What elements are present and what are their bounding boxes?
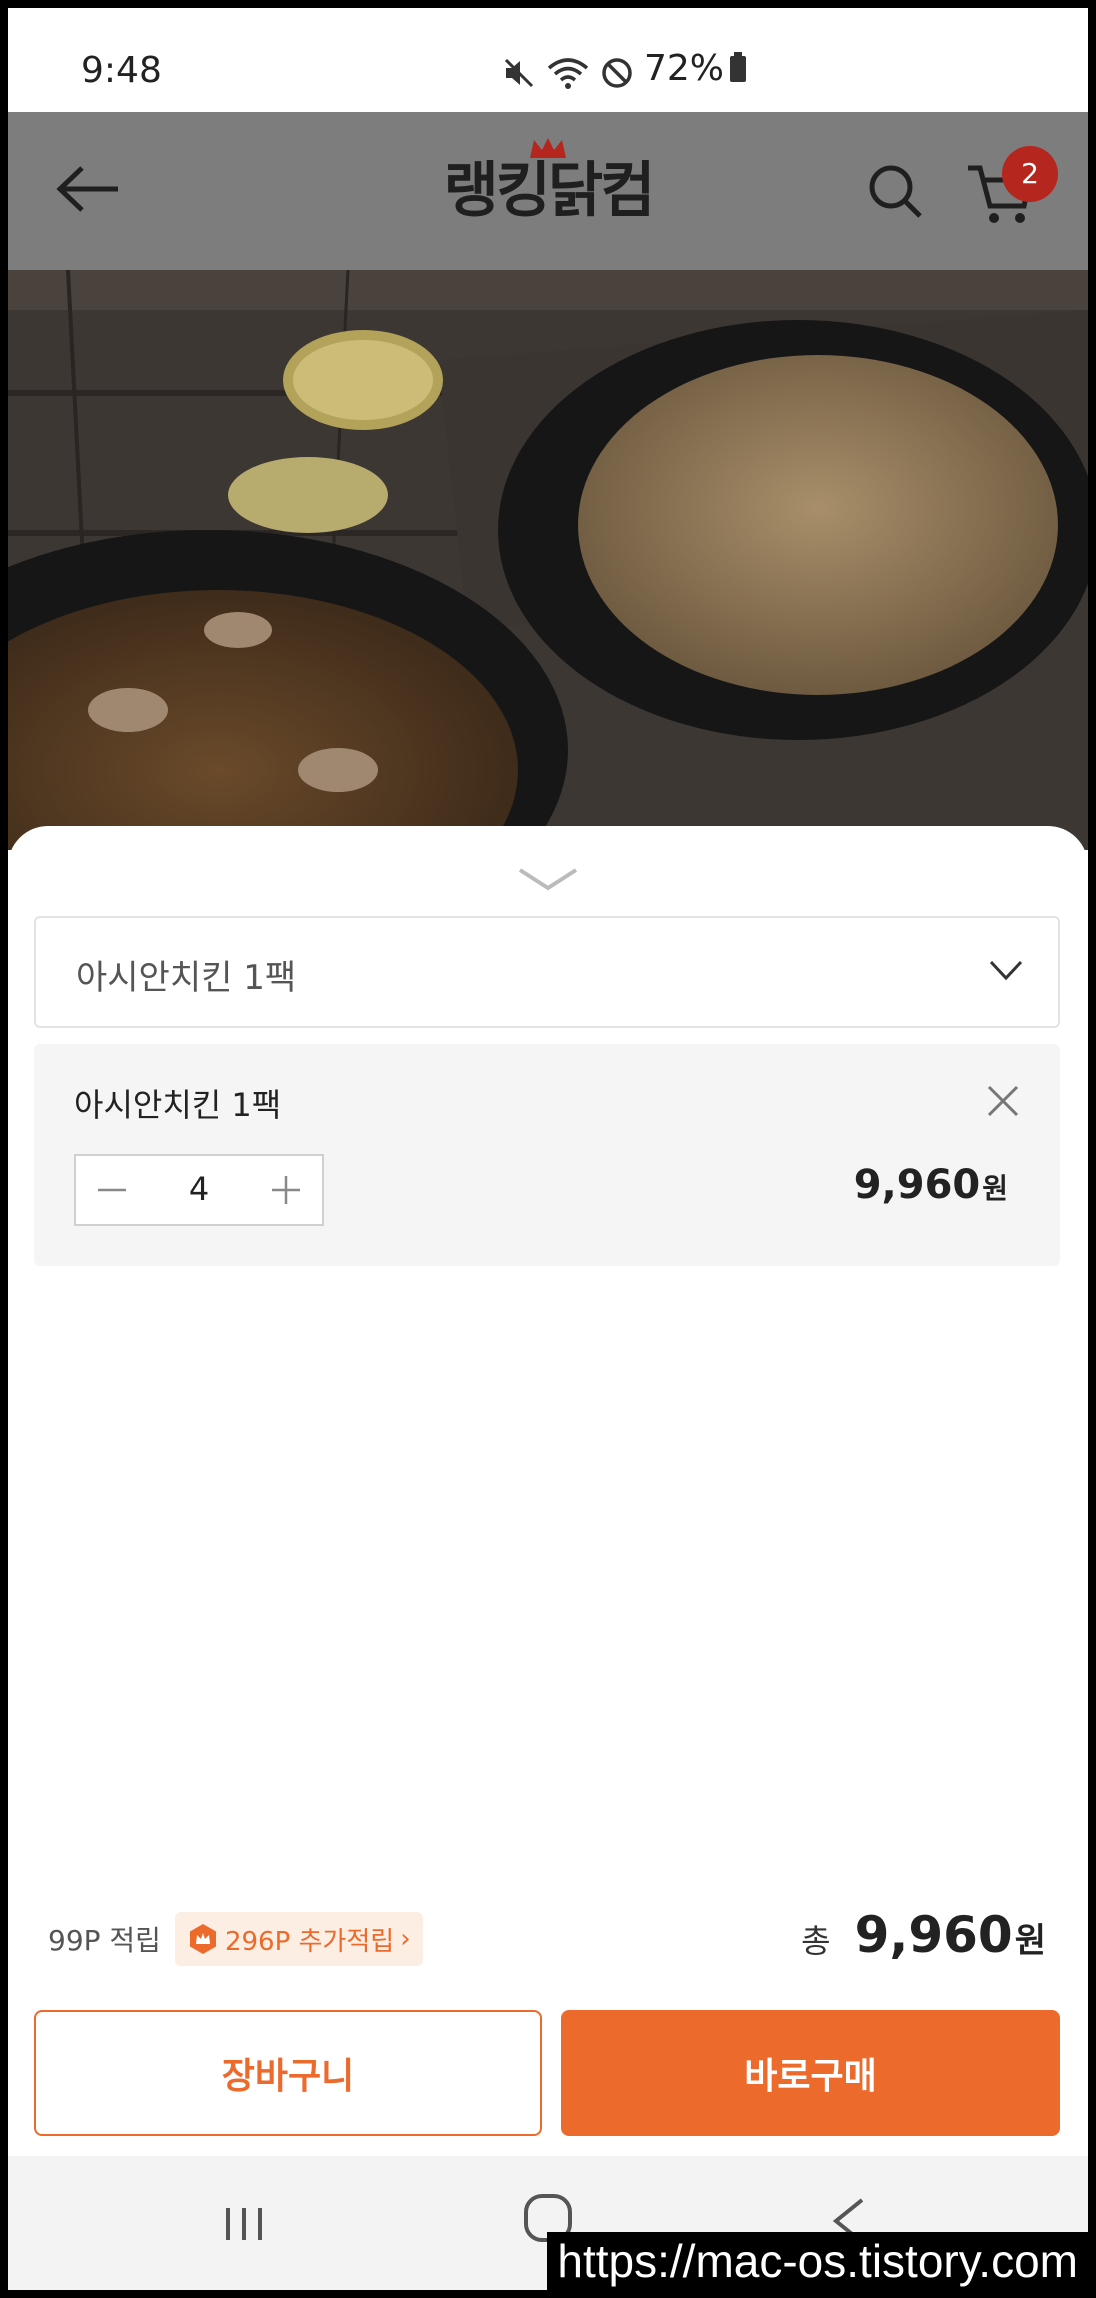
extra-points-badge[interactable]: 296P 추가적립 › [174, 1912, 423, 1966]
option-price: 9,960원 [854, 1162, 1008, 1208]
crown-badge-icon [189, 1924, 216, 1954]
search-icon[interactable] [866, 162, 926, 222]
product-image [8, 270, 1088, 850]
add-to-cart-button[interactable]: 장바구니 [34, 2010, 542, 2136]
option-select[interactable]: 아시안치킨 1팩 [34, 916, 1060, 1028]
points-info: 99P 적립 296P 추가적립 › [48, 1912, 423, 1966]
brand-logo[interactable]: 랭킹닭컴 [8, 138, 1088, 229]
option-bottom-sheet: 아시안치킨 1팩 아시안치킨 1팩 4 9,960원 99P 적립 296P 추… [8, 826, 1088, 2162]
chevron-right-icon: › [400, 1924, 411, 1954]
total-price-unit: 원 [1014, 1921, 1046, 1961]
brand-logo-text: 랭킹닭컴 [443, 156, 656, 226]
option-price-unit: 원 [982, 1172, 1008, 1205]
total-label: 총 [801, 1922, 831, 1960]
crown-icon [530, 138, 566, 158]
total-price-row: 총 9,960 원 [801, 1906, 1046, 1964]
wifi-icon [547, 58, 589, 89]
extra-points-text: 296P 추가적립 [224, 1926, 395, 1957]
status-icons [502, 56, 634, 90]
status-time: 9:48 [81, 50, 162, 91]
selected-option-card: 아시안치킨 1팩 4 9,960원 [34, 1044, 1060, 1266]
cart-count-badge: 2 [1002, 146, 1058, 202]
option-price-value: 9,960 [853, 1162, 981, 1208]
battery-percent: 72% [644, 48, 725, 89]
sheet-collapse-chevron-icon[interactable] [516, 864, 580, 894]
close-icon[interactable] [986, 1084, 1020, 1118]
watermark: https://mac-os.tistory.com [547, 2232, 1088, 2290]
battery-status: 72% [644, 48, 747, 89]
battery-icon [730, 51, 747, 82]
mute-icon [504, 58, 534, 88]
plus-icon[interactable] [268, 1172, 304, 1208]
option-item-name: 아시안치킨 1팩 [74, 1086, 282, 1124]
food-photo [8, 270, 1088, 850]
status-bar: 9:48 72% [8, 8, 1088, 112]
base-points: 99P 적립 [48, 1924, 161, 1957]
system-nav-bar: https://mac-os.tistory.com [8, 2156, 1088, 2290]
phone-screen: 9:48 72% 랭킹닭컴 2 아시안치킨 1팩 아시안치킨 1팩 4 9,96… [8, 8, 1088, 2290]
chevron-down-icon [989, 960, 1023, 981]
recent-apps-icon[interactable] [222, 2204, 266, 2244]
option-select-value: 아시안치킨 1팩 [76, 958, 297, 998]
buy-now-button[interactable]: 바로구매 [561, 2010, 1060, 2136]
total-price-value: 9,960 [854, 1906, 1013, 1964]
do-not-disturb-icon [602, 58, 632, 88]
app-header: 랭킹닭컴 2 [8, 112, 1088, 270]
quantity-stepper: 4 [74, 1154, 324, 1226]
